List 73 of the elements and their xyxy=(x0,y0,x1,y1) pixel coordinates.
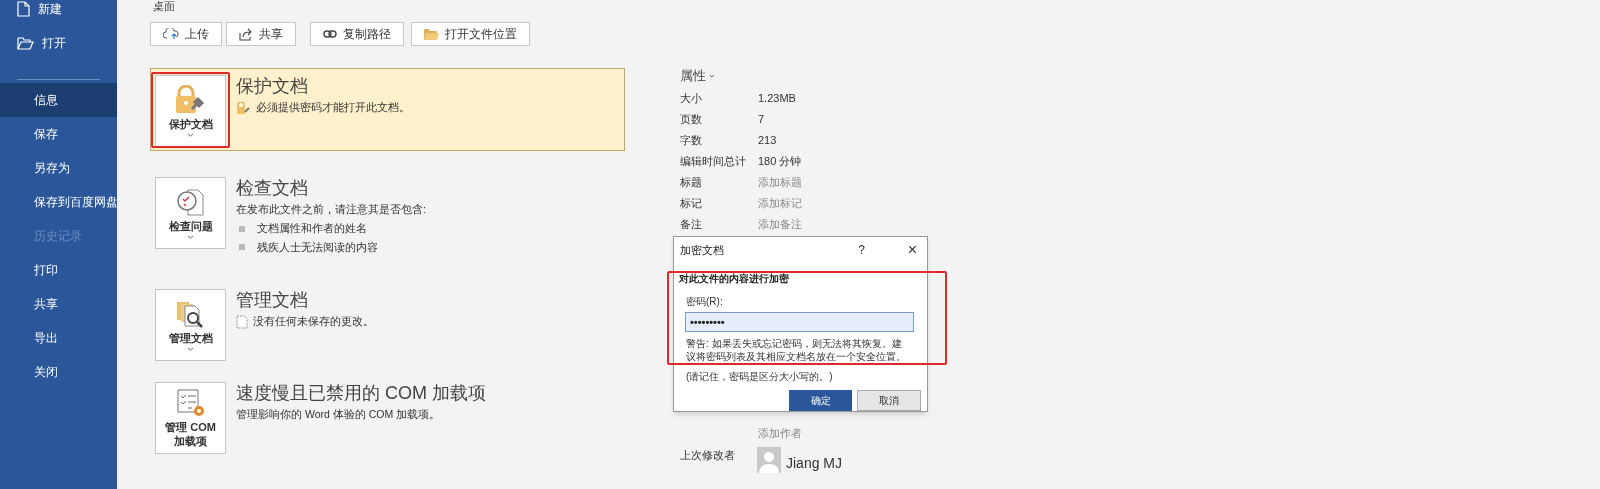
property-field[interactable]: 添加标记 xyxy=(758,195,848,212)
location-label: 桌面 xyxy=(152,0,175,12)
sidebar-item[interactable]: 另存为 xyxy=(0,151,117,185)
ok-button[interactable]: 确定 xyxy=(789,390,852,411)
dialog-title: 加密文档 xyxy=(680,243,725,259)
action-button[interactable]: 共享 xyxy=(226,22,296,46)
reminder-text: (请记住，密码是区分大小写的。) xyxy=(685,370,834,384)
cloud-upload-icon xyxy=(163,28,179,40)
folder-icon xyxy=(17,36,34,50)
section-description: 没有任何未保存的更改。 xyxy=(253,314,374,330)
properties-heading[interactable]: 属性 xyxy=(680,68,848,84)
author-name: Jiang MJ xyxy=(786,453,843,473)
chevron-down-icon xyxy=(187,347,194,352)
chevron-down-icon xyxy=(187,133,194,137)
sidebar-item[interactable]: 打印 xyxy=(0,253,117,287)
property-label: 编辑时间总计 xyxy=(680,154,747,170)
property-label: 标记 xyxy=(680,196,703,212)
dialog-heading: 对此文件的内容进行加密 xyxy=(678,271,790,286)
property-label: 上次修改者 xyxy=(680,447,736,463)
section-description: 在发布此文件之前，请注意其是否包含: xyxy=(236,202,426,217)
share-icon xyxy=(239,27,253,41)
sidebar-item[interactable]: 共享 xyxy=(0,287,117,321)
property-label: 备注 xyxy=(680,217,703,233)
folder-icon xyxy=(424,28,439,40)
property-field[interactable]: 添加备注 xyxy=(758,216,848,233)
action-button[interactable]: 打开文件位置 xyxy=(411,22,530,46)
tile-button[interactable]: 检查问题 xyxy=(155,177,226,249)
bullet-text: 文档属性和作者的姓名 xyxy=(257,220,367,236)
action-button[interactable]: 上传 xyxy=(150,22,222,46)
lock-key-icon xyxy=(236,101,251,114)
avatar xyxy=(757,446,781,473)
sidebar-item[interactable]: 保存 xyxy=(0,117,117,151)
sidebar-item[interactable]: 打开 xyxy=(0,26,117,60)
sidebar-item[interactable]: 信息 xyxy=(0,83,117,117)
sidebar-item[interactable]: 保存到百度网盘 xyxy=(0,185,117,219)
tile-button[interactable]: 管理文档 xyxy=(155,289,226,362)
field-label: 密码(R): xyxy=(685,294,724,309)
property-value: 1.23MB xyxy=(758,91,796,107)
chevron-down-icon xyxy=(187,235,194,239)
warning-text: 警告: 如果丢失或忘记密码，则无法将其恢复。建议将密码列表及其相应文档名放在一个安全位置。 xyxy=(685,337,907,363)
section-title: 管理文档 xyxy=(236,289,309,312)
property-value: 7 xyxy=(758,112,765,128)
property-label: 标题 xyxy=(680,175,703,191)
property-label: 字数 xyxy=(680,133,703,149)
property-value: 180 分钟 xyxy=(758,154,802,170)
document-icon xyxy=(236,315,248,330)
section-title: 速度慢且已禁用的 COM 加载项 xyxy=(236,382,486,405)
sidebar-item[interactable]: 导出 xyxy=(0,321,117,355)
property-label: 大小 xyxy=(680,91,703,107)
bullet-icon xyxy=(239,225,245,232)
section-description: 管理影响你的 Word 体验的 COM 加载项。 xyxy=(236,407,441,423)
document-icon xyxy=(17,1,30,17)
property-label: 页数 xyxy=(680,112,703,128)
tile-button[interactable]: 保护文档 xyxy=(155,75,226,147)
section-description: 必须提供密码才能打开此文档。 xyxy=(256,100,410,115)
bullet-icon xyxy=(239,244,245,251)
tile-button[interactable]: 管理 COM 加载项 xyxy=(155,382,226,455)
property-value: 213 xyxy=(758,133,777,149)
section-title: 保护文档 xyxy=(236,75,309,97)
chevron-down-icon xyxy=(709,74,715,78)
close-button[interactable]: × xyxy=(907,242,917,259)
action-button[interactable]: 复制路径 xyxy=(310,22,404,46)
sidebar-item[interactable]: 新建 xyxy=(0,0,117,26)
cancel-button[interactable]: 取消 xyxy=(857,390,921,411)
sidebar-item[interactable]: 关闭 xyxy=(0,355,117,389)
checklist-document-icon xyxy=(175,187,206,217)
section-title: 检查文档 xyxy=(236,177,309,199)
password-field[interactable]: ••••••••• xyxy=(685,311,914,332)
help-button[interactable]: ? xyxy=(853,241,870,260)
bullet-text: 残疾人士无法阅读的内容 xyxy=(257,239,378,255)
property-field[interactable]: 添加标题 xyxy=(758,174,848,191)
checklist-gear-icon xyxy=(175,388,206,419)
link-icon xyxy=(323,30,337,38)
